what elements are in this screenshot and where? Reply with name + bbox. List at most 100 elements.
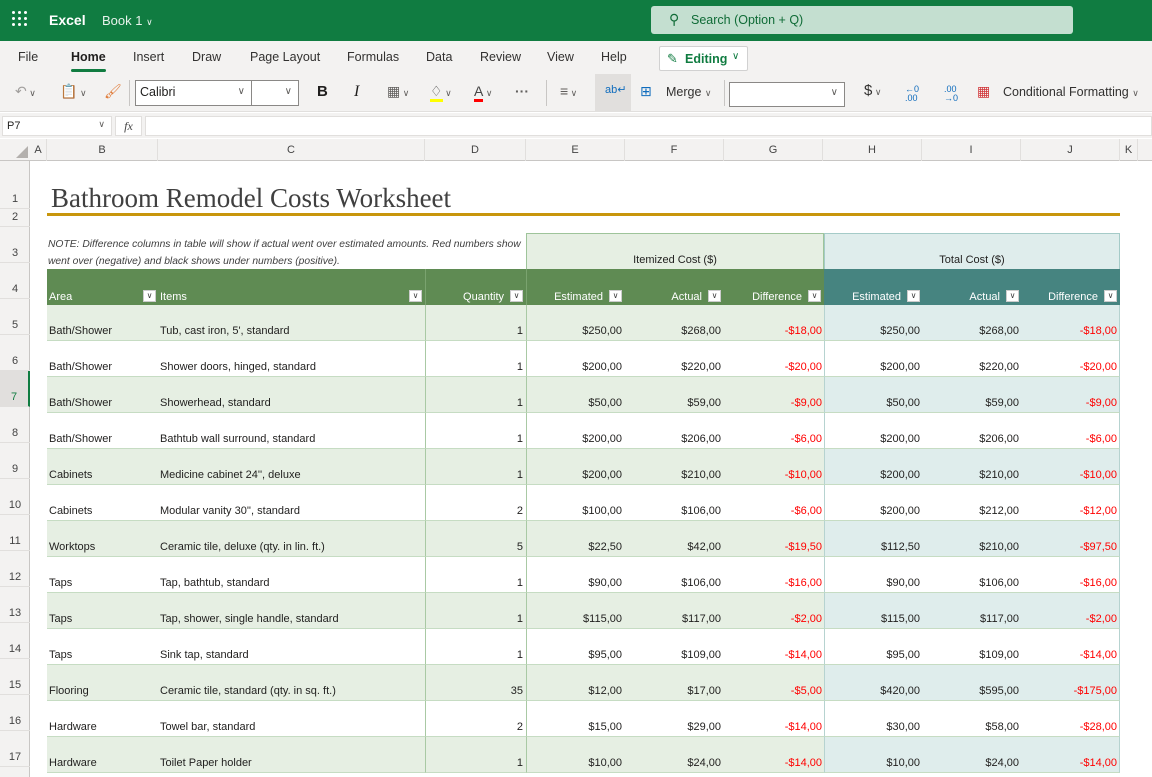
cell-qty[interactable]: 1 — [425, 557, 526, 593]
cell-act[interactable]: $29,00 — [625, 701, 724, 737]
cell-diff[interactable]: -$6,00 — [724, 413, 824, 449]
row-header-1[interactable]: 1 — [0, 161, 30, 209]
cell-t-est[interactable]: $95,00 — [824, 629, 923, 665]
undo-icon[interactable]: ↶ ∨ — [15, 83, 36, 100]
cell-t-est[interactable]: $90,00 — [824, 557, 923, 593]
cell-t-est[interactable]: $200,00 — [824, 485, 923, 521]
cell-act[interactable]: $268,00 — [625, 305, 724, 341]
conditional-formatting-icon[interactable]: ▦ — [977, 83, 990, 100]
cell-qty[interactable]: 1 — [425, 449, 526, 485]
cell-est[interactable]: $90,00 — [526, 557, 625, 593]
cell-area[interactable]: Bath/Shower — [47, 341, 159, 377]
cell-est[interactable]: $15,00 — [526, 701, 625, 737]
row-header-10[interactable]: 10 — [0, 479, 30, 515]
cell-t-diff[interactable]: -$6,00 — [1022, 413, 1120, 449]
number-format-dropdown[interactable]: ∨ — [729, 82, 845, 107]
cell-area[interactable]: Bath/Shower — [47, 413, 159, 449]
cell-act[interactable]: $210,00 — [625, 449, 724, 485]
cell-item[interactable]: Toilet Paper holder — [159, 737, 425, 773]
row-header-11[interactable]: 11 — [0, 515, 30, 551]
cell-t-act[interactable]: $106,00 — [923, 557, 1022, 593]
cell-t-act[interactable]: $117,00 — [923, 593, 1022, 629]
cell-diff[interactable]: -$5,00 — [724, 665, 824, 701]
cell-t-diff[interactable]: -$12,00 — [1022, 485, 1120, 521]
row-header-12[interactable]: 12 — [0, 551, 30, 587]
tab-data[interactable]: Data — [426, 50, 452, 64]
cell-item[interactable]: Modular vanity 30'', standard — [159, 485, 425, 521]
column-header-d[interactable]: D — [425, 139, 526, 161]
cell-diff[interactable]: -$10,00 — [724, 449, 824, 485]
filter-dropdown-estimated[interactable]: ∨ — [609, 290, 622, 302]
cell-area[interactable]: Cabinets — [47, 485, 159, 521]
cell-act[interactable]: $117,00 — [625, 593, 724, 629]
currency-format-button[interactable]: $ ∨ — [864, 82, 881, 99]
cell-qty[interactable]: 1 — [425, 341, 526, 377]
cell-t-diff[interactable]: -$97,50 — [1022, 521, 1120, 557]
cell-t-est[interactable]: $250,00 — [824, 305, 923, 341]
column-header-i[interactable]: I — [922, 139, 1021, 161]
cell-act[interactable]: $106,00 — [625, 557, 724, 593]
row-header-9[interactable]: 9 — [0, 443, 30, 479]
tab-formulas[interactable]: Formulas — [347, 50, 399, 64]
column-header-k[interactable]: K — [1120, 139, 1138, 161]
search-box[interactable]: ⚲ Search (Option + Q) — [651, 6, 1073, 34]
tab-draw[interactable]: Draw — [192, 50, 221, 64]
filter-dropdown-actual[interactable]: ∨ — [708, 290, 721, 302]
more-options-icon[interactable]: ··· — [515, 83, 529, 99]
cell-qty[interactable]: 2 — [425, 701, 526, 737]
editing-mode-button[interactable]: ✎ Editing ∨ — [659, 46, 748, 71]
cell-t-act[interactable]: $595,00 — [923, 665, 1022, 701]
row-header-17[interactable]: 17 — [0, 731, 30, 767]
filter-dropdown-total-actual[interactable]: ∨ — [1006, 290, 1019, 302]
cell-act[interactable]: $24,00 — [625, 737, 724, 773]
tab-help[interactable]: Help — [601, 50, 627, 64]
cell-qty[interactable]: 1 — [425, 305, 526, 341]
row-header-5[interactable]: 5 — [0, 299, 30, 335]
filter-dropdown-difference[interactable]: ∨ — [808, 290, 821, 302]
column-header-e[interactable]: E — [526, 139, 625, 161]
cell-t-diff[interactable]: -$28,00 — [1022, 701, 1120, 737]
cell-area[interactable]: Worktops — [47, 521, 159, 557]
cell-t-act[interactable]: $212,00 — [923, 485, 1022, 521]
increase-decimal-icon[interactable]: ←0.00 — [905, 85, 919, 103]
cell-est[interactable]: $200,00 — [526, 413, 625, 449]
cell-item[interactable]: Tap, bathtub, standard — [159, 557, 425, 593]
row-header-6[interactable]: 6 — [0, 335, 30, 371]
cell-area[interactable]: Taps — [47, 629, 159, 665]
cell-t-est[interactable]: $200,00 — [824, 413, 923, 449]
tab-home[interactable]: Home — [71, 50, 106, 72]
decrease-decimal-icon[interactable]: .00 →0 — [944, 85, 958, 103]
paste-icon[interactable]: 📋 ∨ — [60, 83, 87, 100]
cell-est[interactable]: $250,00 — [526, 305, 625, 341]
cell-item[interactable]: Bathtub wall surround, standard — [159, 413, 425, 449]
cell-diff[interactable]: -$14,00 — [724, 737, 824, 773]
row-header-8[interactable]: 8 — [0, 407, 30, 443]
column-header-c[interactable]: C — [158, 139, 425, 161]
filter-dropdown-items[interactable]: ∨ — [409, 290, 422, 302]
cell-t-diff[interactable]: -$16,00 — [1022, 557, 1120, 593]
filter-dropdown-quantity[interactable]: ∨ — [510, 290, 523, 302]
cell-est[interactable]: $95,00 — [526, 629, 625, 665]
cell-diff[interactable]: -$16,00 — [724, 557, 824, 593]
cell-qty[interactable]: 1 — [425, 737, 526, 773]
cell-act[interactable]: $42,00 — [625, 521, 724, 557]
column-header-h[interactable]: H — [823, 139, 922, 161]
workbook-name-dropdown[interactable]: Book 1 ∨ — [102, 13, 153, 28]
borders-icon[interactable]: ▦ ∨ — [387, 83, 409, 100]
row-header-2[interactable]: 2 — [0, 209, 30, 227]
cell-item[interactable]: Tub, cast iron, 5', standard — [159, 305, 425, 341]
font-name-dropdown[interactable]: Calibri ∨ — [136, 81, 252, 105]
cell-t-diff[interactable]: -$14,00 — [1022, 629, 1120, 665]
cell-qty[interactable]: 1 — [425, 629, 526, 665]
cell-diff[interactable]: -$2,00 — [724, 593, 824, 629]
cell-est[interactable]: $115,00 — [526, 593, 625, 629]
cell-t-act[interactable]: $268,00 — [923, 305, 1022, 341]
column-header-f[interactable]: F — [625, 139, 724, 161]
italic-button[interactable]: I — [354, 83, 359, 101]
insert-function-button[interactable]: fx — [115, 116, 142, 136]
cell-act[interactable]: $220,00 — [625, 341, 724, 377]
cell-act[interactable]: $17,00 — [625, 665, 724, 701]
cell-qty[interactable]: 2 — [425, 485, 526, 521]
merge-button[interactable]: Merge ∨ — [666, 85, 712, 99]
cell-t-est[interactable]: $420,00 — [824, 665, 923, 701]
